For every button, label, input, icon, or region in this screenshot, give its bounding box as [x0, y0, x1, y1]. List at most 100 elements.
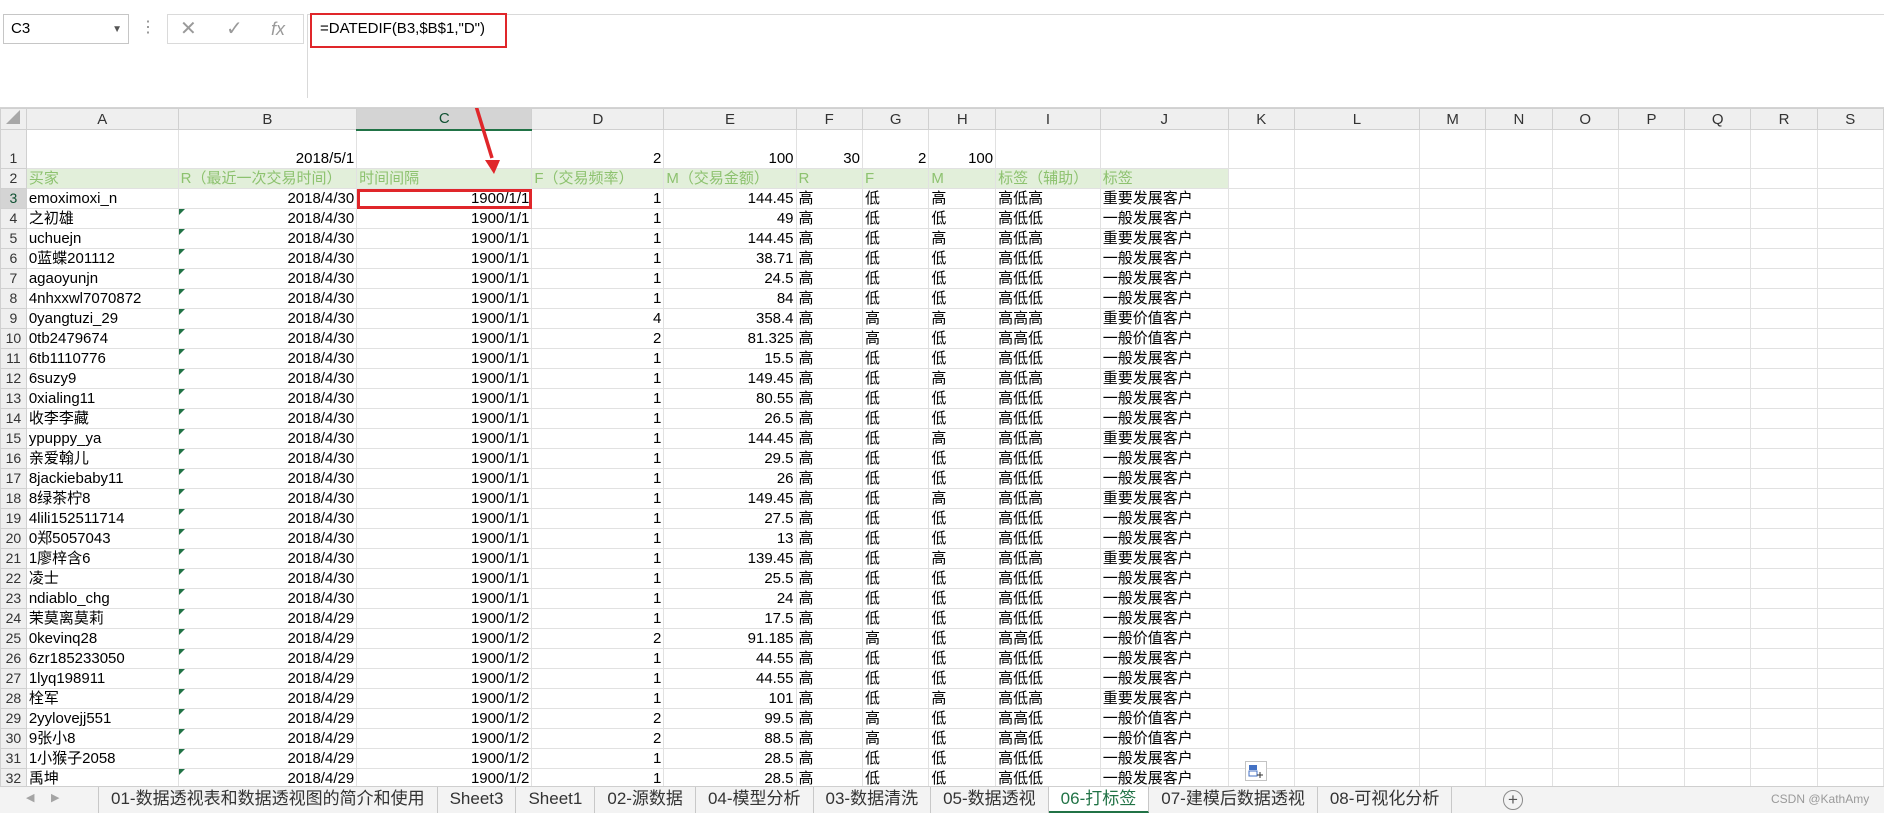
cell-S10[interactable]	[1816, 328, 1884, 349]
cell-P24[interactable]	[1617, 608, 1686, 629]
cell-F3[interactable]: 高	[795, 188, 863, 209]
cell-Q28[interactable]	[1684, 688, 1752, 709]
cell-H8[interactable]: 低	[928, 288, 997, 309]
cell-M17[interactable]	[1418, 468, 1487, 489]
column-header-N[interactable]: N	[1485, 108, 1553, 130]
tab-sheet-8[interactable]: 07-建模后数据透视	[1149, 787, 1318, 813]
cell-J18[interactable]: 重要发展客户	[1099, 488, 1229, 509]
cell-H27[interactable]: 低	[928, 668, 997, 689]
cell-D6[interactable]: 1	[531, 248, 665, 269]
cell-M26[interactable]	[1418, 648, 1487, 669]
cell-N23[interactable]	[1485, 588, 1553, 609]
cell-M12[interactable]	[1418, 368, 1487, 389]
cell-N18[interactable]	[1485, 488, 1553, 509]
cell-S2[interactable]	[1816, 168, 1884, 189]
cell-P8[interactable]	[1617, 288, 1686, 309]
cell-Q9[interactable]	[1684, 308, 1752, 329]
row-header-2[interactable]: 2	[0, 168, 27, 189]
cell-R7[interactable]	[1750, 268, 1818, 289]
column-header-C[interactable]: C	[356, 108, 533, 131]
cell-N8[interactable]	[1485, 288, 1553, 309]
cell-I7[interactable]: 高低低	[995, 268, 1101, 289]
cell-E9[interactable]: 358.4	[663, 308, 797, 329]
cell-S19[interactable]	[1816, 508, 1884, 529]
cell-F20[interactable]: 高	[795, 528, 863, 549]
cell-R31[interactable]	[1750, 748, 1818, 769]
cell-G31[interactable]: 低	[861, 748, 930, 769]
cell-L8[interactable]	[1293, 288, 1421, 309]
cell-C12[interactable]: 1900/1/1	[356, 368, 533, 389]
cell-I30[interactable]: 高高低	[995, 728, 1101, 749]
column-header-J[interactable]: J	[1099, 108, 1229, 130]
cell-I32[interactable]: 高低低	[995, 768, 1101, 786]
column-header-I[interactable]: I	[995, 108, 1101, 130]
cell-B25[interactable]: 2018/4/29	[177, 628, 358, 649]
cell-I12[interactable]: 高低高	[995, 368, 1101, 389]
cell-D16[interactable]: 1	[531, 448, 665, 469]
cell-B18[interactable]: 2018/4/30	[177, 488, 358, 509]
cell-S7[interactable]	[1816, 268, 1884, 289]
cell-R13[interactable]	[1750, 388, 1818, 409]
column-header-A[interactable]: A	[25, 108, 179, 130]
cell-D29[interactable]: 2	[531, 708, 665, 729]
cell-G7[interactable]: 低	[861, 268, 930, 289]
cell-G14[interactable]: 低	[861, 408, 930, 429]
cell-I9[interactable]: 高高高	[995, 308, 1101, 329]
cell-A9[interactable]: 0yangtuzi_29	[25, 308, 179, 329]
cell-E12[interactable]: 149.45	[663, 368, 797, 389]
cell-Q26[interactable]	[1684, 648, 1752, 669]
chevron-down-icon[interactable]: ▼	[112, 16, 122, 44]
cell-F23[interactable]: 高	[795, 588, 863, 609]
cell-D2[interactable]: F（交易频率）	[531, 168, 665, 189]
cell-J20[interactable]: 一般发展客户	[1099, 528, 1229, 549]
cell-G30[interactable]: 高	[861, 728, 930, 749]
cell-R17[interactable]	[1750, 468, 1818, 489]
cell-F6[interactable]: 高	[795, 248, 863, 269]
cell-C8[interactable]: 1900/1/1	[356, 288, 533, 309]
cell-D8[interactable]: 1	[531, 288, 665, 309]
cell-H5[interactable]: 高	[928, 228, 997, 249]
cell-M14[interactable]	[1418, 408, 1487, 429]
cell-Q31[interactable]	[1684, 748, 1752, 769]
cell-B31[interactable]: 2018/4/29	[177, 748, 358, 769]
cell-N6[interactable]	[1485, 248, 1553, 269]
cell-E21[interactable]: 139.45	[663, 548, 797, 569]
cell-H17[interactable]: 低	[928, 468, 997, 489]
cell-L14[interactable]	[1293, 408, 1421, 429]
cell-A14[interactable]: 收李李藏	[25, 408, 179, 429]
cell-J2[interactable]: 标签	[1099, 168, 1229, 189]
cell-O4[interactable]	[1551, 208, 1619, 229]
column-header-Q[interactable]: Q	[1684, 108, 1752, 130]
cell-F17[interactable]: 高	[795, 468, 863, 489]
cell-B30[interactable]: 2018/4/29	[177, 728, 358, 749]
cell-D7[interactable]: 1	[531, 268, 665, 289]
column-header-R[interactable]: R	[1750, 108, 1818, 130]
cell-S3[interactable]	[1816, 188, 1884, 209]
cell-I16[interactable]: 高低低	[995, 448, 1101, 469]
cell-E25[interactable]: 91.185	[663, 628, 797, 649]
cell-M25[interactable]	[1418, 628, 1487, 649]
column-header-H[interactable]: H	[928, 108, 997, 130]
cell-A5[interactable]: uchuejn	[25, 228, 179, 249]
cell-I24[interactable]: 高低低	[995, 608, 1101, 629]
cell-I31[interactable]: 高低低	[995, 748, 1101, 769]
cell-K4[interactable]	[1227, 208, 1295, 229]
cell-D19[interactable]: 1	[531, 508, 665, 529]
cell-B22[interactable]: 2018/4/30	[177, 568, 358, 589]
cell-S8[interactable]	[1816, 288, 1884, 309]
cell-F1[interactable]: 30	[795, 129, 863, 169]
cell-E10[interactable]: 81.325	[663, 328, 797, 349]
cell-O1[interactable]	[1551, 129, 1619, 169]
cell-I26[interactable]: 高低低	[995, 648, 1101, 669]
cell-M13[interactable]	[1418, 388, 1487, 409]
cell-N1[interactable]	[1485, 129, 1553, 169]
enter-icon[interactable]: ✓	[226, 17, 243, 41]
cell-B32[interactable]: 2018/4/29	[177, 768, 358, 786]
cell-E5[interactable]: 144.45	[663, 228, 797, 249]
cell-C16[interactable]: 1900/1/1	[356, 448, 533, 469]
formula-input[interactable]: =DATEDIF(B3,$B$1,"D")	[310, 13, 507, 48]
cell-A24[interactable]: 茉莫离莫莉	[25, 608, 179, 629]
cell-O6[interactable]	[1551, 248, 1619, 269]
cell-D9[interactable]: 4	[531, 308, 665, 329]
cell-E26[interactable]: 44.55	[663, 648, 797, 669]
